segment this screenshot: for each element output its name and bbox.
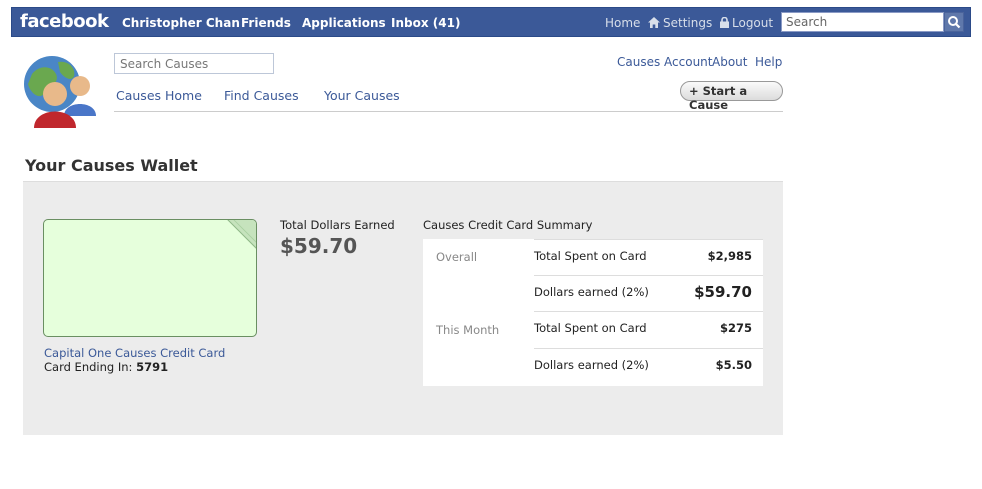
tab-causes-home[interactable]: Causes Home [116,88,202,103]
total-earned-label: Total Dollars Earned [280,218,395,232]
nav-friends-link[interactable]: Friends [241,16,291,30]
table-row: Total Spent on Card $2,985 [534,239,763,275]
card-corner-fold-icon [227,220,256,249]
card-ending-label: Card Ending In: [44,360,133,374]
header-divider [114,111,783,112]
settings-link[interactable]: Settings [663,16,730,30]
card-ending-digits: 5791 [136,360,169,374]
summary-title: Causes Credit Card Summary [423,218,593,232]
table-row: Total Spent on Card $275 [534,311,763,347]
start-a-cause-button[interactable]: + Start a Cause [680,81,783,112]
period-overall-label: Overall [436,250,478,264]
table-row: Dollars earned (2%) $5.50 [534,348,763,384]
row-value: $5.50 [715,358,752,372]
row-value: $59.70 [694,283,752,301]
settings-link-label: Settings [663,16,713,30]
period-month-label: This Month [436,323,500,337]
tab-find-causes[interactable]: Find Causes [224,88,299,103]
total-earned-value: $59.70 [280,234,358,258]
nav-inbox-link[interactable]: Inbox (41) [391,16,460,30]
home-link-label: Home [605,16,641,30]
row-value: $275 [719,321,752,335]
nav-profile-link[interactable]: Christopher Chan [122,16,240,30]
table-row: Dollars earned (2%) $59.70 [534,275,763,311]
search-icon [948,16,961,29]
logout-link[interactable]: Logout [732,16,773,30]
facebook-top-bar: facebook Christopher Chan Friends Applic… [11,7,971,37]
row-label: Dollars earned (2%) [534,358,649,372]
card-name-link[interactable]: Capital One Causes Credit Card [44,346,225,360]
home-icon [648,17,661,28]
nav-applications-link[interactable]: Applications [302,16,386,30]
causes-account-link[interactable]: Causes Account [617,55,713,69]
row-value: $2,985 [707,249,752,263]
row-label: Total Spent on Card [534,249,647,263]
credit-card-image [43,219,257,337]
facebook-logo[interactable]: facebook [20,11,109,32]
facebook-search-input[interactable]: Search [781,12,944,32]
causes-logo[interactable] [22,54,100,128]
summary-table: Overall This Month Total Spent on Card $… [423,239,763,386]
about-link[interactable]: About [712,55,747,69]
row-label: Total Spent on Card [534,321,647,335]
home-link[interactable]: Home [605,16,661,30]
causes-search-input[interactable]: Search Causes [114,53,274,74]
help-link[interactable]: Help [755,55,782,69]
search-button[interactable] [944,12,964,32]
tab-your-causes[interactable]: Your Causes [324,88,400,103]
lock-icon [720,17,730,28]
card-ending: Card Ending In: 5791 [44,360,168,374]
page-title: Your Causes Wallet [25,156,198,175]
row-label: Dollars earned (2%) [534,285,649,299]
